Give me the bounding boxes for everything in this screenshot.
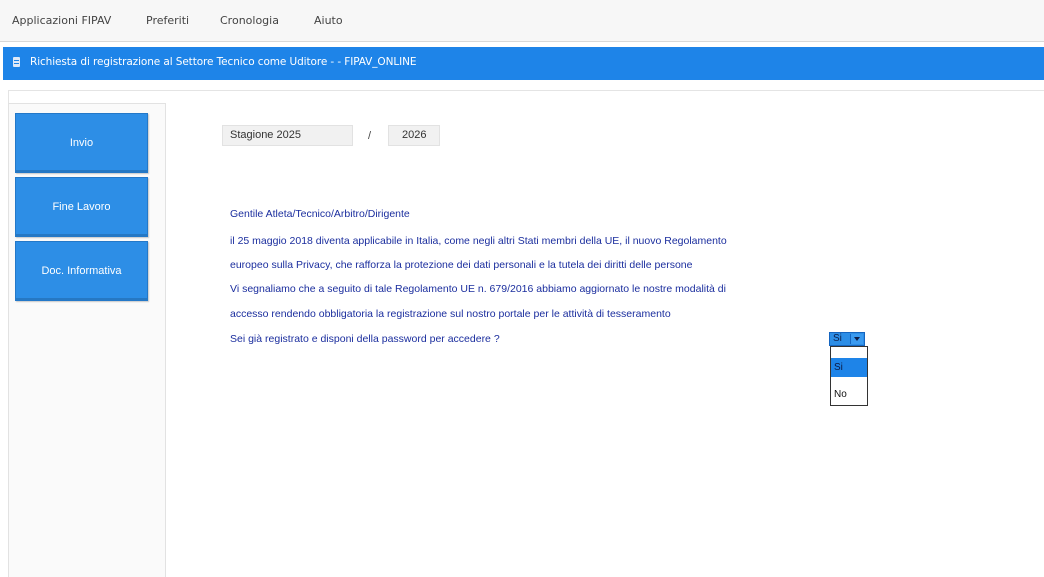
invio-button[interactable]: Invio [15,113,148,173]
message-line-3: europeo sulla Privacy, che rafforza la p… [230,259,693,271]
season-separator: / [368,130,372,142]
fine-lavoro-button[interactable]: Fine Lavoro [15,177,148,237]
option-si[interactable]: Si [831,358,867,377]
menu-bar: Applicazioni FIPAV Preferiti Cronologia … [0,0,1044,42]
message-line-5: accesso rendendo obbligatoria la registr… [230,308,671,320]
doc-informativa-button[interactable]: Doc. Informativa [15,241,148,301]
message-line-1: Gentile Atleta/Tecnico/Arbitro/Dirigente [230,208,410,220]
season-end-field: 2026 [388,125,440,146]
menu-applicazioni-fipav[interactable]: Applicazioni FIPAV [12,14,111,27]
message-line-2: il 25 maggio 2018 diventa applicabile in… [230,235,727,247]
chevron-down-icon[interactable] [850,334,863,344]
registered-select[interactable]: Si [829,332,865,346]
window-title: Richiesta di registrazione al Settore Te… [30,56,417,68]
registered-dropdown: Si No [830,346,868,406]
season-start-field: Stagione 2025 [222,125,353,146]
message-line-4: Vi segnaliamo che a seguito di tale Rego… [230,283,726,295]
document-icon [13,57,20,67]
registered-select-value: Si [833,333,842,344]
menu-preferiti[interactable]: Preferiti [146,14,189,27]
menu-aiuto[interactable]: Aiuto [314,14,343,27]
registration-question: Sei già registrato e disponi della passw… [230,333,500,345]
window-title-bar: Richiesta di registrazione al Settore Te… [3,47,1044,80]
menu-cronologia[interactable]: Cronologia [220,14,279,27]
sidebar [8,103,166,577]
option-no[interactable]: No [831,385,867,404]
